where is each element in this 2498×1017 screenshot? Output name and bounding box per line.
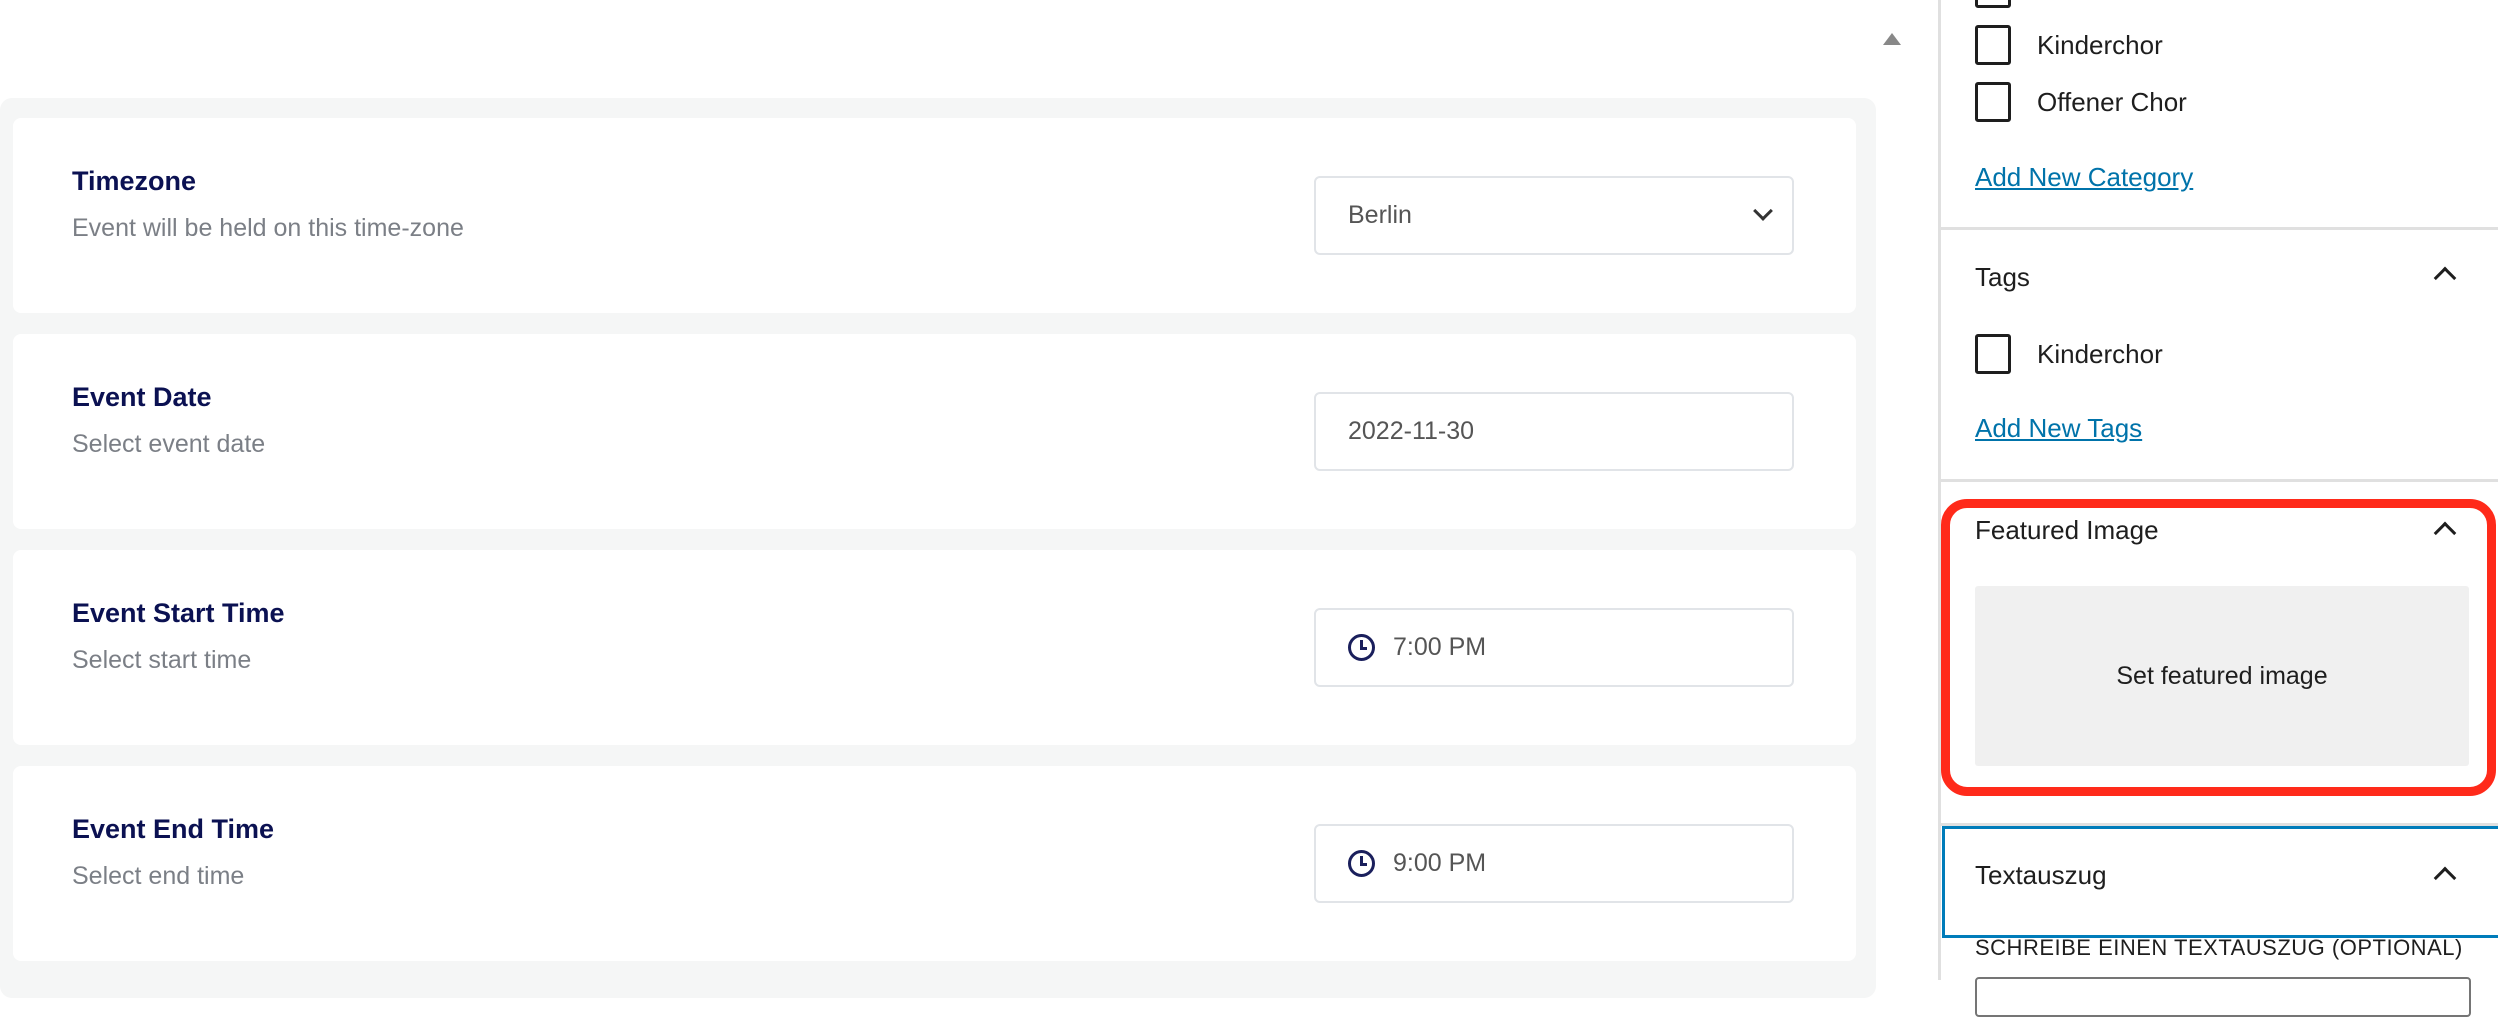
- event-date-value: 2022-11-30: [1348, 417, 1475, 445]
- event-date-input[interactable]: 2022-11-30: [1314, 392, 1794, 471]
- event-end-time-card: Event End Time Select end time 9:00 PM: [13, 766, 1856, 961]
- settings-sidebar: Kinderchor Offener Chor Add New Category…: [1938, 0, 2498, 1017]
- event-date-subtitle: Select event date: [72, 430, 266, 458]
- event-start-time-title: Event Start Time: [72, 598, 285, 628]
- chevron-up-icon[interactable]: [2433, 266, 2457, 290]
- excerpt-panel-title[interactable]: Textauszug: [1975, 860, 2107, 891]
- divider: [1941, 479, 2498, 482]
- category-item[interactable]: [1975, 0, 2037, 8]
- category-item[interactable]: Offener Chor: [1975, 82, 2187, 122]
- category-label: Kinderchor: [2037, 29, 2163, 60]
- tags-panel-title[interactable]: Tags: [1975, 262, 2030, 293]
- timezone-select[interactable]: Berlin: [1314, 176, 1794, 255]
- excerpt-label: SCHREIBE EINEN TEXTAUSZUG (OPTIONAL): [1975, 935, 2463, 960]
- collapse-arrow-icon[interactable]: [1883, 33, 1901, 45]
- chevron-down-icon: [1753, 201, 1773, 221]
- event-start-time-subtitle: Select start time: [72, 646, 252, 674]
- event-start-time-card: Event Start Time Select start time 7:00 …: [13, 550, 1856, 745]
- event-end-time-subtitle: Select end time: [72, 862, 245, 890]
- event-end-time-value: 9:00 PM: [1393, 849, 1487, 877]
- event-start-time-value: 7:00 PM: [1393, 633, 1487, 661]
- clock-icon: [1348, 850, 1375, 877]
- event-date-card: Event Date Select event date 2022-11-30: [13, 334, 1856, 529]
- divider: [1941, 227, 2498, 230]
- timezone-card: Timezone Event will be held on this time…: [13, 118, 1856, 313]
- tag-item[interactable]: Kinderchor: [1975, 334, 2163, 374]
- category-checkbox[interactable]: [1975, 82, 2011, 122]
- add-new-category-link[interactable]: Add New Category: [1975, 162, 2193, 193]
- add-new-tags-link[interactable]: Add New Tags: [1975, 413, 2142, 444]
- category-checkbox[interactable]: [1975, 0, 2011, 8]
- timezone-subtitle: Event will be held on this time-zone: [72, 214, 464, 242]
- event-start-time-input[interactable]: 7:00 PM: [1314, 608, 1794, 687]
- timezone-title: Timezone: [72, 166, 197, 196]
- excerpt-textarea[interactable]: [1975, 977, 2471, 1017]
- category-item[interactable]: Kinderchor: [1975, 25, 2163, 65]
- timezone-value: Berlin: [1348, 201, 1412, 229]
- event-date-title: Event Date: [72, 382, 212, 412]
- highlight-annotation: [1941, 499, 2496, 796]
- category-checkbox[interactable]: [1975, 25, 2011, 65]
- event-end-time-title: Event End Time: [72, 814, 275, 844]
- clock-icon: [1348, 634, 1375, 661]
- event-end-time-input[interactable]: 9:00 PM: [1314, 824, 1794, 903]
- category-label: Offener Chor: [2037, 86, 2187, 117]
- tag-checkbox[interactable]: [1975, 334, 2011, 374]
- tag-label: Kinderchor: [2037, 338, 2163, 369]
